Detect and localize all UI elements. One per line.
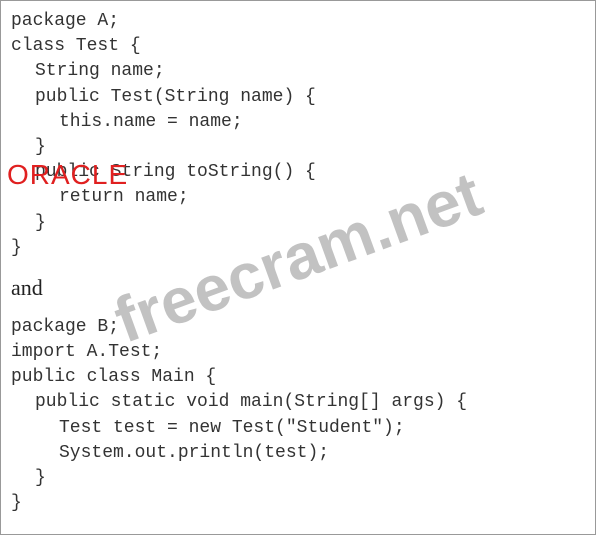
code-b-line-8: }: [11, 491, 585, 516]
code-a-line-8: return name;: [11, 185, 585, 210]
code-b-line-2: import A.Test;: [11, 340, 585, 365]
code-a-line-1: package A;: [11, 9, 585, 34]
code-b-line-1: package B;: [11, 315, 585, 340]
code-a-line-6: }: [11, 135, 585, 160]
code-b-line-4: public static void main(String[] args) {: [11, 390, 585, 415]
code-a-line-4: public Test(String name) {: [11, 85, 585, 110]
code-a-line-5: this.name = name;: [11, 110, 585, 135]
code-a-line-7: public String toString() {: [11, 160, 585, 185]
code-a-line-9: }: [11, 211, 585, 236]
code-a-line-10: }: [11, 236, 585, 261]
code-a-line-2: class Test {: [11, 34, 585, 59]
code-container: ORACLE freecram.net package A; class Tes…: [0, 0, 596, 535]
code-a-line-3: String name;: [11, 59, 585, 84]
code-b-line-6: System.out.println(test);: [11, 441, 585, 466]
code-b-line-3: public class Main {: [11, 365, 585, 390]
code-b-line-5: Test test = new Test("Student");: [11, 416, 585, 441]
code-b-line-7: }: [11, 466, 585, 491]
separator-text: and: [11, 275, 585, 301]
